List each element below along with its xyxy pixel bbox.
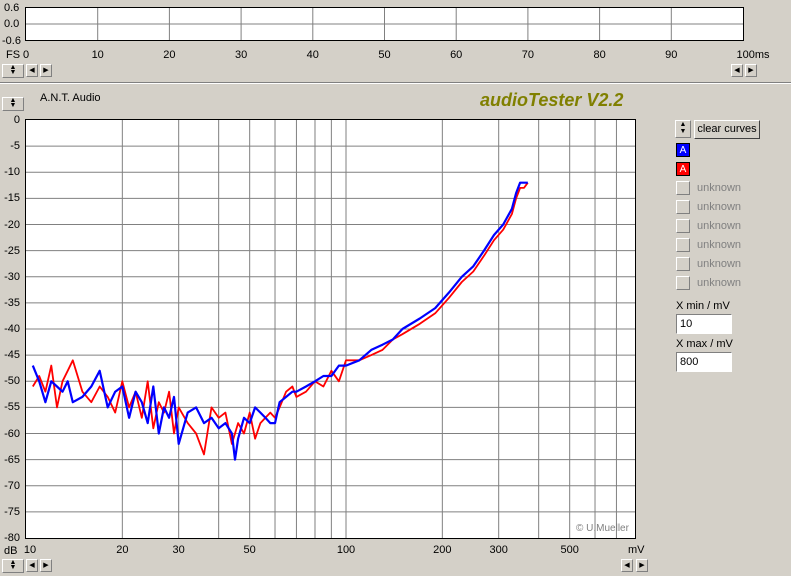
scroll-right-button[interactable]: ▶ xyxy=(636,559,648,572)
legend-item[interactable]: unknown xyxy=(676,257,741,273)
scroll-left-button[interactable]: ◀ xyxy=(621,559,633,572)
legend-label: unknown xyxy=(697,277,742,289)
y-tick-label: -70 xyxy=(4,479,20,492)
x-tick-label: 20 xyxy=(116,544,129,556)
device-name: A.N.T. Audio xyxy=(40,92,101,104)
y-tick-label: -80 xyxy=(4,532,20,544)
series-line xyxy=(32,182,529,456)
scope-x-tick: 70 xyxy=(521,49,535,61)
scope-x-tick: 50 xyxy=(378,49,391,61)
scope-y-tick: -0.6 xyxy=(2,35,21,47)
scope-spin-button[interactable]: ▲ ▼ xyxy=(2,64,24,78)
x-tick-label: 10 xyxy=(23,544,37,556)
legend-item[interactable]: unknown xyxy=(676,238,741,254)
scope-x-tick: 10 xyxy=(91,49,104,61)
x-tick-label: 300 xyxy=(489,544,508,556)
scope-x-tick: 40 xyxy=(306,49,319,61)
scope-panel xyxy=(25,7,744,41)
scroll-right-button[interactable]: ▶ xyxy=(745,64,757,77)
y-range-spin-button[interactable]: ▲ ▼ xyxy=(2,97,24,111)
scroll-left-button[interactable]: ◀ xyxy=(731,64,743,77)
scope-x-tick: 30 xyxy=(234,49,248,61)
scroll-right-button[interactable]: ▶ xyxy=(40,64,52,77)
legend-label: unknown xyxy=(697,182,742,194)
legend-item[interactable]: unknown xyxy=(676,181,741,197)
legend-swatch[interactable]: A xyxy=(676,143,690,157)
legend-swatch[interactable] xyxy=(676,200,690,214)
y-tick-label: -60 xyxy=(4,427,20,440)
y-tick-label: 0 xyxy=(13,114,20,126)
scope-y-tick: 0.0 xyxy=(4,18,20,30)
legend-item[interactable]: unknown xyxy=(676,219,741,235)
xmax-label: X max / mV xyxy=(676,338,733,350)
x-axis-unit: mV xyxy=(628,544,645,556)
scope-x-tick: 80 xyxy=(593,49,606,61)
scope-x-tick: 20 xyxy=(163,49,176,61)
legend-item[interactable]: A xyxy=(676,162,690,178)
x-tick-label: 500 xyxy=(560,544,579,556)
scroll-right-button[interactable]: ▶ xyxy=(40,559,52,572)
y-tick-label: -35 xyxy=(4,296,20,309)
x-range-spin-button[interactable]: ▲ ▼ xyxy=(2,559,24,573)
y-tick-label: -20 xyxy=(4,218,20,231)
scope-x-tick: 90 xyxy=(665,49,678,61)
scroll-left-button[interactable]: ◀ xyxy=(26,64,38,77)
scope-x-tick: 60 xyxy=(450,49,463,61)
scope-unit-label: FS xyxy=(6,49,21,61)
x-tick-label: 100 xyxy=(336,544,356,556)
y-axis-unit: dB xyxy=(4,545,18,557)
legend-swatch[interactable] xyxy=(676,257,690,271)
legend-item[interactable]: unknown xyxy=(676,276,741,292)
y-tick-label: -40 xyxy=(4,323,20,335)
legend-label: unknown xyxy=(697,239,742,251)
scope-x-tick: 0 xyxy=(22,49,30,61)
x-tick-label: 200 xyxy=(433,544,452,556)
x-tick-label: 50 xyxy=(243,544,256,556)
xmin-field[interactable] xyxy=(676,314,732,334)
scope-x-tick: 100ms xyxy=(736,49,770,61)
legend-item[interactable]: unknown xyxy=(676,200,741,216)
y-tick-label: -65 xyxy=(4,453,20,466)
y-tick-label: -15 xyxy=(4,192,20,205)
legend-swatch[interactable] xyxy=(676,219,690,233)
y-tick-label: -5 xyxy=(10,140,20,153)
y-tick-label: -55 xyxy=(4,401,20,414)
copyright-text: © U.Mueller xyxy=(576,523,629,534)
legend-swatch[interactable] xyxy=(676,181,690,195)
app-title: audioTester V2.2 xyxy=(480,90,624,110)
legend-label: unknown xyxy=(697,201,742,213)
x-tick-label: 30 xyxy=(172,544,185,556)
legend-label: unknown xyxy=(697,220,742,232)
y-tick-label: -25 xyxy=(4,244,20,257)
separator xyxy=(0,82,791,84)
scroll-left-button[interactable]: ◀ xyxy=(26,559,38,572)
xmax-field[interactable] xyxy=(676,352,732,372)
legend-swatch[interactable] xyxy=(676,238,690,252)
legend-label: unknown xyxy=(697,258,742,270)
xmin-label: X min / mV xyxy=(676,300,730,312)
legend-swatch[interactable]: A xyxy=(676,162,690,176)
y-tick-label: -45 xyxy=(4,349,20,362)
y-tick-label: -10 xyxy=(4,166,20,179)
scope-grid xyxy=(26,8,743,40)
clear-curves-button[interactable]: clear curves xyxy=(694,120,760,139)
curves-spin-button[interactable]: ▲ ▼ xyxy=(675,120,691,138)
plot-area: © U.Mueller xyxy=(25,119,636,539)
y-tick-label: -75 xyxy=(4,505,20,518)
y-tick-label: -50 xyxy=(4,375,20,388)
y-tick-label: -30 xyxy=(4,270,20,283)
legend-item[interactable]: A xyxy=(676,143,690,159)
chart-svg xyxy=(26,120,635,538)
legend-swatch[interactable] xyxy=(676,276,690,290)
scope-y-tick: 0.6 xyxy=(4,2,20,14)
